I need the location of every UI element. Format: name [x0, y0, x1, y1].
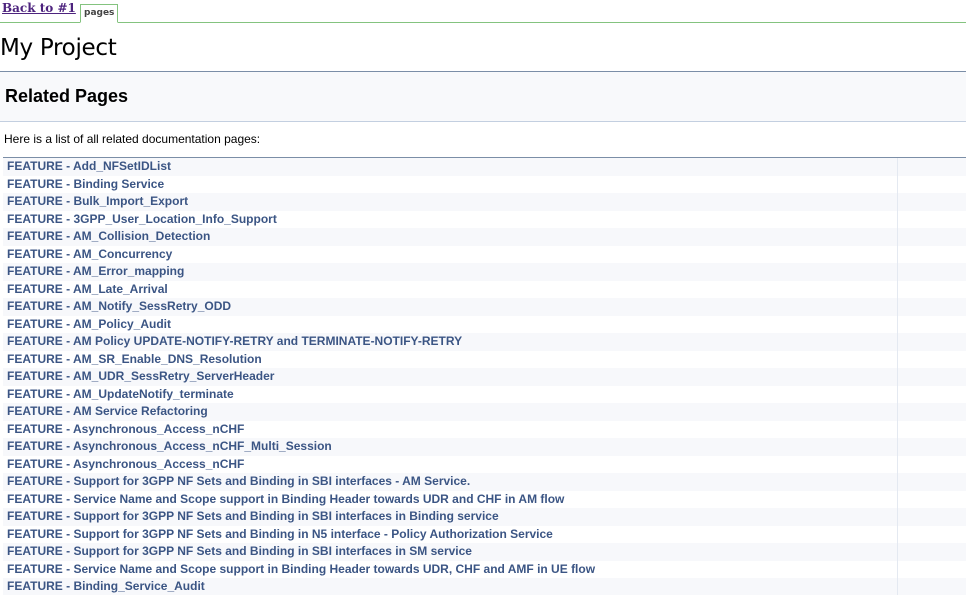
page-link[interactable]: FEATURE - 3GPP_User_Location_Info_Suppor…	[3, 211, 966, 229]
page-link[interactable]: FEATURE - Asynchronous_Access_nCHF	[3, 456, 966, 474]
related-pages-list: FEATURE - Add_NFSetIDList FEATURE - Bindi…	[3, 157, 966, 595]
back-link[interactable]: Back to #1	[2, 1, 76, 15]
list-item: FEATURE - Binding_Service_Audit	[3, 578, 966, 595]
page-link[interactable]: FEATURE - AM_Late_Arrival	[3, 281, 966, 299]
list-item: FEATURE - Support for 3GPP NF Sets and B…	[3, 525, 966, 544]
page-link[interactable]: FEATURE - Support for 3GPP NF Sets and B…	[3, 543, 966, 561]
list-item: FEATURE - AM_Collision_Detection	[3, 228, 966, 246]
list-item: FEATURE - Service Name and Scope support…	[3, 490, 966, 509]
page-link[interactable]: FEATURE - Binding Service	[3, 176, 966, 194]
list-item: FEATURE - AM_Notify_SessRetry_ODD	[3, 298, 966, 316]
list-item: FEATURE - Asynchronous_Access_nCHF	[3, 420, 966, 439]
list-item: FEATURE - AM_SR_Enable_DNS_Resolution	[3, 350, 966, 369]
list-item: FEATURE - AM_Policy_Audit	[3, 315, 966, 334]
list-item: FEATURE - 3GPP_User_Location_Info_Suppor…	[3, 210, 966, 229]
page-title: Related Pages	[5, 86, 129, 106]
page-link[interactable]: FEATURE - Add_NFSetIDList	[3, 158, 966, 176]
list-item: FEATURE - Bulk_Import_Export	[3, 193, 966, 211]
list-item: FEATURE - Asynchronous_Access_nCHF_Multi…	[3, 438, 966, 456]
page-link[interactable]: FEATURE - Service Name and Scope support…	[3, 491, 966, 509]
page-link[interactable]: FEATURE - AM Policy UPDATE-NOTIFY-RETRY …	[3, 333, 966, 351]
list-item: FEATURE - Service Name and Scope support…	[3, 560, 966, 579]
page-link[interactable]: FEATURE - Support for 3GPP NF Sets and B…	[3, 473, 966, 491]
intro-text: Here is a list of all related documentat…	[4, 132, 261, 146]
list-item: FEATURE - AM_UpdateNotify_terminate	[3, 385, 966, 404]
project-title: My Project	[0, 23, 966, 72]
navigation-bar: Back to #1 pages	[0, 0, 966, 23]
page-link[interactable]: FEATURE - Support for 3GPP NF Sets and B…	[3, 526, 966, 544]
list-item: FEATURE - AM_UDR_SessRetry_ServerHeader	[3, 368, 966, 386]
page-link[interactable]: FEATURE - AM_Concurrency	[3, 246, 966, 264]
page-header: Related Pages	[0, 72, 966, 122]
list-item: FEATURE - Support for 3GPP NF Sets and B…	[3, 543, 966, 561]
list-item: FEATURE - AM_Error_mapping	[3, 263, 966, 281]
page-link[interactable]: FEATURE - AM_Error_mapping	[3, 263, 966, 281]
list-item: FEATURE - AM_Late_Arrival	[3, 280, 966, 299]
tab-pages[interactable]: pages	[80, 4, 119, 23]
page-link[interactable]: FEATURE - Asynchronous_Access_nCHF_Multi…	[3, 438, 966, 456]
page-link[interactable]: FEATURE - Support for 3GPP NF Sets and B…	[3, 508, 966, 526]
page-link[interactable]: FEATURE - AM Service Refactoring	[3, 403, 966, 421]
page-link[interactable]: FEATURE - AM_UDR_SessRetry_ServerHeader	[3, 368, 966, 386]
list-item: FEATURE - Support for 3GPP NF Sets and B…	[3, 473, 966, 491]
page-link[interactable]: FEATURE - Bulk_Import_Export	[3, 193, 966, 211]
page-link[interactable]: FEATURE - Binding_Service_Audit	[3, 578, 966, 595]
page-link[interactable]: FEATURE - AM_Notify_SessRetry_ODD	[3, 298, 966, 316]
list-item: FEATURE - AM Policy UPDATE-NOTIFY-RETRY …	[3, 333, 966, 351]
list-item: FEATURE - AM_Concurrency	[3, 245, 966, 264]
page-link[interactable]: FEATURE - Service Name and Scope support…	[3, 561, 966, 579]
list-item: FEATURE - Add_NFSetIDList	[3, 158, 966, 176]
page-link[interactable]: FEATURE - AM_Collision_Detection	[3, 228, 966, 246]
page-link[interactable]: FEATURE - Asynchronous_Access_nCHF	[3, 421, 966, 439]
page-link[interactable]: FEATURE - AM_SR_Enable_DNS_Resolution	[3, 351, 966, 369]
list-item: FEATURE - AM Service Refactoring	[3, 403, 966, 421]
list-item: FEATURE - Support for 3GPP NF Sets and B…	[3, 508, 966, 526]
list-item: FEATURE - Binding Service	[3, 175, 966, 194]
page-link[interactable]: FEATURE - AM_UpdateNotify_terminate	[3, 386, 966, 404]
list-item: FEATURE - Asynchronous_Access_nCHF	[3, 455, 966, 474]
page-link[interactable]: FEATURE - AM_Policy_Audit	[3, 316, 966, 334]
